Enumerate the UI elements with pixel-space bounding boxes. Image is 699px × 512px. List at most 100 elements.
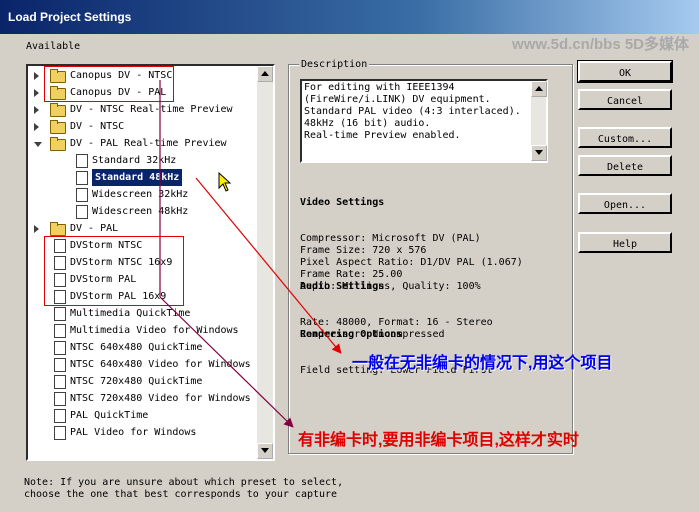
folder-icon	[50, 86, 66, 100]
scroll-down-button[interactable]	[257, 443, 273, 459]
tree-item-label: DV - NTSC Real-time Preview	[70, 104, 233, 115]
annotation-red: 有非编卡时,要用非编卡项目,这样才实时	[298, 432, 579, 449]
custom-button[interactable]: Custom...	[578, 127, 672, 148]
tree-item-label: Standard 32kHz	[92, 155, 177, 166]
description-box[interactable]: For editing with IEEE1394 (FireWire/i.LI…	[300, 79, 548, 163]
note-text: Note: If you are unsure about which pres…	[24, 477, 344, 500]
tree-item-label: Canopus DV - PAL	[70, 87, 167, 98]
arrow-down-icon	[535, 150, 543, 155]
desc-scroll-up-button[interactable]	[531, 81, 547, 97]
tree-item[interactable]: DV - NTSC	[28, 118, 255, 135]
preset-file-icon	[54, 307, 66, 321]
preset-file-icon	[76, 188, 88, 202]
annotation-blue: 一般在无非编卡的情况下,用这个项目	[352, 355, 613, 372]
preset-file-icon	[54, 239, 66, 253]
preset-file-icon	[76, 171, 88, 185]
mouse-cursor-icon	[218, 172, 232, 192]
preset-file-icon	[76, 154, 88, 168]
preset-file-icon	[54, 256, 66, 270]
window-title: Load Project Settings	[8, 10, 132, 24]
tree-item-label: Canopus DV - NTSC	[70, 70, 173, 81]
delete-button[interactable]: Delete	[578, 155, 672, 176]
tree-item-label: NTSC 640x480 Video for Windows	[70, 359, 251, 370]
expand-icon[interactable]	[34, 72, 39, 80]
tree-item[interactable]: Multimedia Video for Windows	[28, 322, 255, 339]
title-bar[interactable]: Load Project Settings	[0, 0, 699, 34]
tree-item-label: DV - PAL	[70, 223, 119, 234]
tree-item[interactable]: DV - PAL	[28, 220, 255, 237]
rendering-options-heading: Rendering Options	[300, 329, 403, 340]
tree-item[interactable]: Canopus DV - PAL	[28, 84, 255, 101]
collapse-icon[interactable]	[34, 142, 42, 147]
tree-item-label: NTSC 640x480 QuickTime	[70, 342, 203, 353]
tree-item[interactable]: DVStorm PAL	[28, 271, 255, 288]
tree-item[interactable]: PAL Video for Windows	[28, 424, 255, 441]
preset-file-icon	[54, 375, 66, 389]
tree-item-label: DVStorm PAL 16x9	[70, 291, 167, 302]
tree-item[interactable]: Multimedia QuickTime	[28, 305, 255, 322]
description-text: For editing with IEEE1394 (FireWire/i.LI…	[304, 82, 521, 141]
folder-icon	[50, 120, 66, 134]
preset-file-icon	[54, 324, 66, 338]
tree-item-label: NTSC 720x480 QuickTime	[70, 376, 203, 387]
desc-scroll-down-button[interactable]	[531, 145, 547, 161]
preset-file-icon	[76, 205, 88, 219]
tree-item[interactable]: NTSC 720x480 Video for Windows	[28, 390, 255, 407]
arrow-up-icon	[535, 86, 543, 91]
tree-item[interactable]: NTSC 720x480 QuickTime	[28, 373, 255, 390]
expand-icon[interactable]	[34, 89, 39, 97]
arrow-up-icon	[261, 71, 269, 76]
tree-item[interactable]: DV - PAL Real-time Preview	[28, 135, 255, 152]
tree-item-label: PAL Video for Windows	[70, 427, 197, 438]
preset-file-icon	[54, 273, 66, 287]
tree-item[interactable]: DVStorm PAL 16x9	[28, 288, 255, 305]
tree-item-label: DVStorm NTSC	[70, 240, 143, 251]
tree-item[interactable]: NTSC 640x480 Video for Windows	[28, 356, 255, 373]
tree-item-label: Multimedia Video for Windows	[70, 325, 239, 336]
tree-item-label: DVStorm PAL	[70, 274, 137, 285]
folder-icon	[50, 103, 66, 117]
ok-button[interactable]: OK	[577, 60, 673, 83]
preset-file-icon	[54, 409, 66, 423]
tree-item-label: DV - NTSC	[70, 121, 125, 132]
preset-file-icon	[54, 392, 66, 406]
help-button[interactable]: Help	[578, 232, 672, 253]
cancel-button[interactable]: Cancel	[578, 89, 672, 110]
audio-settings-heading: Audio Settings	[300, 281, 385, 292]
tree-item-label: Widescreen 48kHz	[92, 206, 189, 217]
preset-file-icon	[54, 290, 66, 304]
video-settings-heading: Video Settings	[300, 197, 385, 208]
expand-icon[interactable]	[34, 123, 39, 131]
preset-file-icon	[54, 341, 66, 355]
open-button[interactable]: Open...	[578, 193, 672, 214]
tree-item[interactable]: Widescreen 48kHz	[28, 203, 255, 220]
tree-item-label: DVStorm NTSC 16x9	[70, 257, 173, 268]
expand-icon[interactable]	[34, 106, 39, 114]
folder-icon	[50, 222, 66, 236]
available-label: Available	[26, 41, 81, 52]
scroll-up-button[interactable]	[257, 66, 273, 82]
tree-item[interactable]: PAL QuickTime	[28, 407, 255, 424]
tree-item-label: DV - PAL Real-time Preview	[70, 138, 227, 149]
tree-item-label: Standard 48kHz	[92, 169, 183, 186]
preset-file-icon	[54, 358, 66, 372]
description-scrollbar[interactable]	[531, 81, 547, 161]
tree-item[interactable]: DVStorm NTSC 16x9	[28, 254, 255, 271]
tree-scrollbar[interactable]	[257, 66, 273, 459]
tree-item[interactable]: NTSC 640x480 QuickTime	[28, 339, 255, 356]
tree-item[interactable]: Standard 32kHz	[28, 152, 255, 169]
preset-tree[interactable]: PAL Video for Windows PAL QuickTime NTSC 7…	[26, 64, 275, 461]
tree-item-label: Multimedia QuickTime	[70, 308, 191, 319]
tree-item[interactable]: DVStorm NTSC	[28, 237, 255, 254]
tree-item-label: Widescreen 32kHz	[92, 189, 189, 200]
tree-item-label: PAL QuickTime	[70, 410, 149, 421]
arrow-down-icon	[261, 448, 269, 453]
watermark: www.5d.cn/bbs 5D多媒体	[512, 36, 689, 53]
tree-item[interactable]: Canopus DV - NTSC	[28, 67, 255, 84]
folder-icon	[50, 137, 66, 151]
tree-item-label: NTSC 720x480 Video for Windows	[70, 393, 251, 404]
tree-item[interactable]: DV - NTSC Real-time Preview	[28, 101, 255, 118]
preset-file-icon	[54, 426, 66, 440]
folder-icon	[50, 69, 66, 83]
expand-icon[interactable]	[34, 225, 39, 233]
